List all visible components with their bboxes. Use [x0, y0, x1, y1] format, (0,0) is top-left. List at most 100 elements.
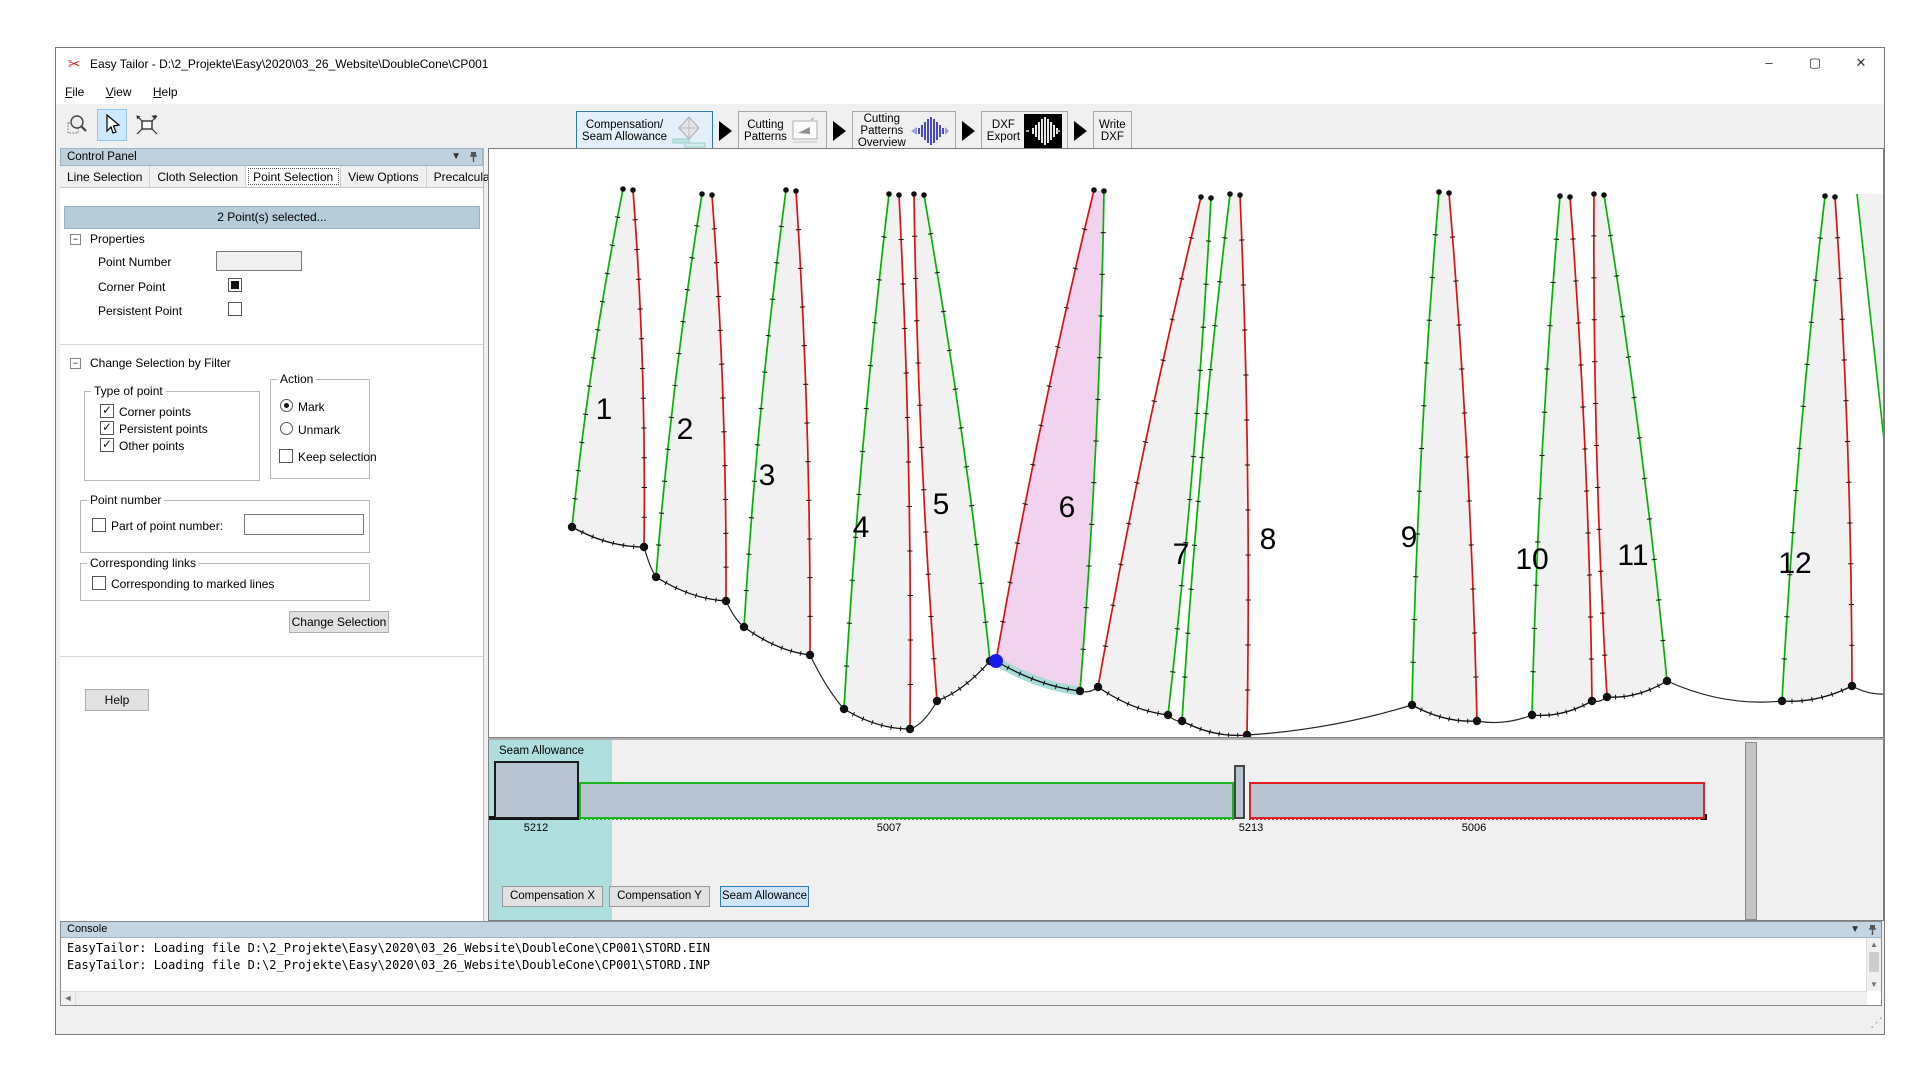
- workflow-cutting-patterns-button[interactable]: CuttingPatterns: [738, 111, 827, 151]
- console-vertical-scrollbar[interactable]: ▲▼: [1866, 938, 1881, 991]
- tab-point-selection[interactable]: Point Selection: [246, 166, 341, 187]
- workflow-compensation-seam-allowance-button[interactable]: Compensation/Seam Allowance: [576, 111, 713, 151]
- window-title: Easy Tailor - D:\2_Projekte\Easy\2020\03…: [90, 57, 488, 71]
- pattern-panel-2[interactable]: 2: [652, 191, 730, 605]
- tab-cloth-selection[interactable]: Cloth Selection: [150, 166, 246, 187]
- minimize-button[interactable]: –: [1746, 48, 1792, 80]
- corner-points-label: Corner points: [119, 405, 191, 419]
- zoom-extents-button[interactable]: [132, 109, 162, 141]
- corresponding-links-title: Corresponding links: [87, 556, 199, 570]
- panel-number: 10: [1515, 543, 1548, 576]
- workflow-arrow-icon: [719, 121, 732, 141]
- workflow-arrow-icon: [962, 121, 975, 141]
- close-button[interactable]: ✕: [1838, 48, 1884, 80]
- pattern-canvas[interactable]: 123456789101112: [488, 148, 1884, 738]
- action-group-title: Action: [277, 372, 316, 386]
- panel-number: 7: [1173, 538, 1190, 571]
- persistent-point-label: Persistent Point: [98, 304, 182, 318]
- part-of-point-number-checkbox[interactable]: [92, 518, 106, 532]
- panel-dropdown-icon[interactable]: ▼: [1850, 924, 1860, 936]
- seam-tab-1[interactable]: Compensation Y: [609, 886, 710, 907]
- pattern-panel-9[interactable]: 9: [1401, 189, 1482, 725]
- other-points-checkbox[interactable]: ✓: [100, 438, 114, 452]
- menu-view[interactable]: View: [97, 81, 141, 103]
- corner-points-checkbox[interactable]: ✓: [100, 404, 114, 418]
- selected-point-dot[interactable]: [989, 654, 1003, 668]
- seam-tab-2[interactable]: Seam Allowance: [720, 886, 809, 907]
- pattern-panel-4[interactable]: 4: [840, 191, 914, 733]
- console-title: Console: [67, 923, 107, 935]
- properties-section-title: Properties: [90, 232, 145, 246]
- seam-bar-5213[interactable]: [1234, 765, 1245, 819]
- pattern-panel-1[interactable]: 1: [568, 186, 648, 551]
- control-panel: Control Panel ▼ Line Selection Cloth Sel…: [60, 148, 484, 921]
- keep-selection-checkbox[interactable]: [279, 449, 293, 463]
- unmark-radio[interactable]: [280, 422, 293, 435]
- filter-section-title: Change Selection by Filter: [90, 356, 231, 370]
- panel-fill: [844, 194, 910, 729]
- control-panel-header: Control Panel ▼: [60, 148, 483, 166]
- panel-dropdown-icon[interactable]: ▼: [451, 151, 461, 163]
- pin-icon[interactable]: [1868, 924, 1877, 936]
- resize-grip[interactable]: ⋰: [1870, 1015, 1881, 1031]
- console-horizontal-scrollbar[interactable]: ◄: [61, 991, 1867, 1005]
- panel-fill: [914, 194, 990, 701]
- point-number-field[interactable]: [216, 251, 302, 271]
- pattern-panel-3[interactable]: 3: [740, 187, 814, 659]
- workflow-dxf-export-button[interactable]: DXFExport: [981, 111, 1068, 151]
- point-number-label: Point Number: [98, 255, 171, 269]
- type-of-point-title: Type of point: [91, 384, 166, 398]
- maximize-button[interactable]: ▢: [1792, 48, 1838, 80]
- menu-help[interactable]: Help: [144, 81, 187, 103]
- part-of-point-number-field[interactable]: [244, 514, 364, 535]
- pin-icon[interactable]: [469, 151, 478, 163]
- properties-collapse-icon[interactable]: −: [70, 234, 81, 245]
- panel-number: 3: [759, 459, 776, 492]
- workflow-cutting-patterns-overview-button[interactable]: CuttingPatternsOverview: [852, 111, 956, 151]
- select-tool-button[interactable]: [97, 109, 127, 141]
- seam-bar-label: 5007: [859, 822, 919, 834]
- persistent-point-checkbox[interactable]: [228, 302, 242, 316]
- pattern-panel-11[interactable]: 11: [1591, 191, 1671, 701]
- menu-file[interactable]: File: [56, 81, 93, 103]
- persistent-points-checkbox[interactable]: ✓: [100, 421, 114, 435]
- magnifier-icon: [66, 113, 90, 137]
- app-window: ✂ Easy Tailor - D:\2_Projekte\Easy\2020\…: [55, 47, 1885, 1035]
- app-scissors-icon: ✂: [68, 55, 81, 73]
- pattern-panel-12[interactable]: 12: [1778, 193, 1856, 705]
- status-bar: ⋰: [56, 1006, 1884, 1034]
- change-selection-button[interactable]: Change Selection: [289, 611, 389, 633]
- seam-bar-5212[interactable]: [494, 761, 579, 819]
- mark-radio[interactable]: [280, 399, 293, 412]
- cursor-arrow-icon: [102, 114, 122, 136]
- corresponding-to-marked-lines-label: Corresponding to marked lines: [111, 577, 274, 591]
- seam-bar-label: 5006: [1444, 822, 1504, 834]
- tab-line-selection[interactable]: Line Selection: [60, 166, 150, 187]
- corner-point-checkbox[interactable]: [228, 278, 242, 292]
- workflow-arrow-icon: [833, 121, 846, 141]
- pattern-panel-10[interactable]: 10: [1515, 193, 1596, 719]
- zoom-tool-button[interactable]: [63, 109, 93, 141]
- scroll-up-icon[interactable]: ▲: [1867, 938, 1881, 951]
- seam-vertical-scrollbar[interactable]: [1745, 742, 1757, 920]
- seam-bar-label: 5212: [506, 822, 566, 834]
- seam-bar-5006[interactable]: [1249, 782, 1705, 819]
- help-button[interactable]: Help: [85, 689, 149, 711]
- pattern-panel-6[interactable]: 6: [989, 187, 1107, 695]
- panel-number: 5: [933, 488, 950, 521]
- pattern-panel-5[interactable]: 5: [911, 191, 994, 705]
- filter-collapse-icon[interactable]: −: [70, 358, 81, 369]
- corner-point-label: Corner Point: [98, 280, 165, 294]
- seam-tab-0[interactable]: Compensation X: [502, 886, 603, 907]
- patterns-overview-icon: [910, 114, 950, 148]
- scroll-down-icon[interactable]: ▼: [1867, 978, 1881, 991]
- workflow-write-dxf-button[interactable]: WriteDXF: [1093, 111, 1132, 151]
- seam-bar-5007[interactable]: [579, 782, 1234, 819]
- tab-view-options[interactable]: View Options: [341, 166, 426, 187]
- panel-number: 12: [1778, 547, 1811, 580]
- workflow-strip: Compensation/Seam Allowance CuttingPatte…: [576, 110, 1132, 152]
- scroll-left-icon[interactable]: ◄: [61, 992, 76, 1005]
- panel-number: 9: [1401, 521, 1418, 554]
- corresponding-to-marked-lines-checkbox[interactable]: [92, 576, 106, 590]
- control-panel-title: Control Panel: [67, 151, 137, 163]
